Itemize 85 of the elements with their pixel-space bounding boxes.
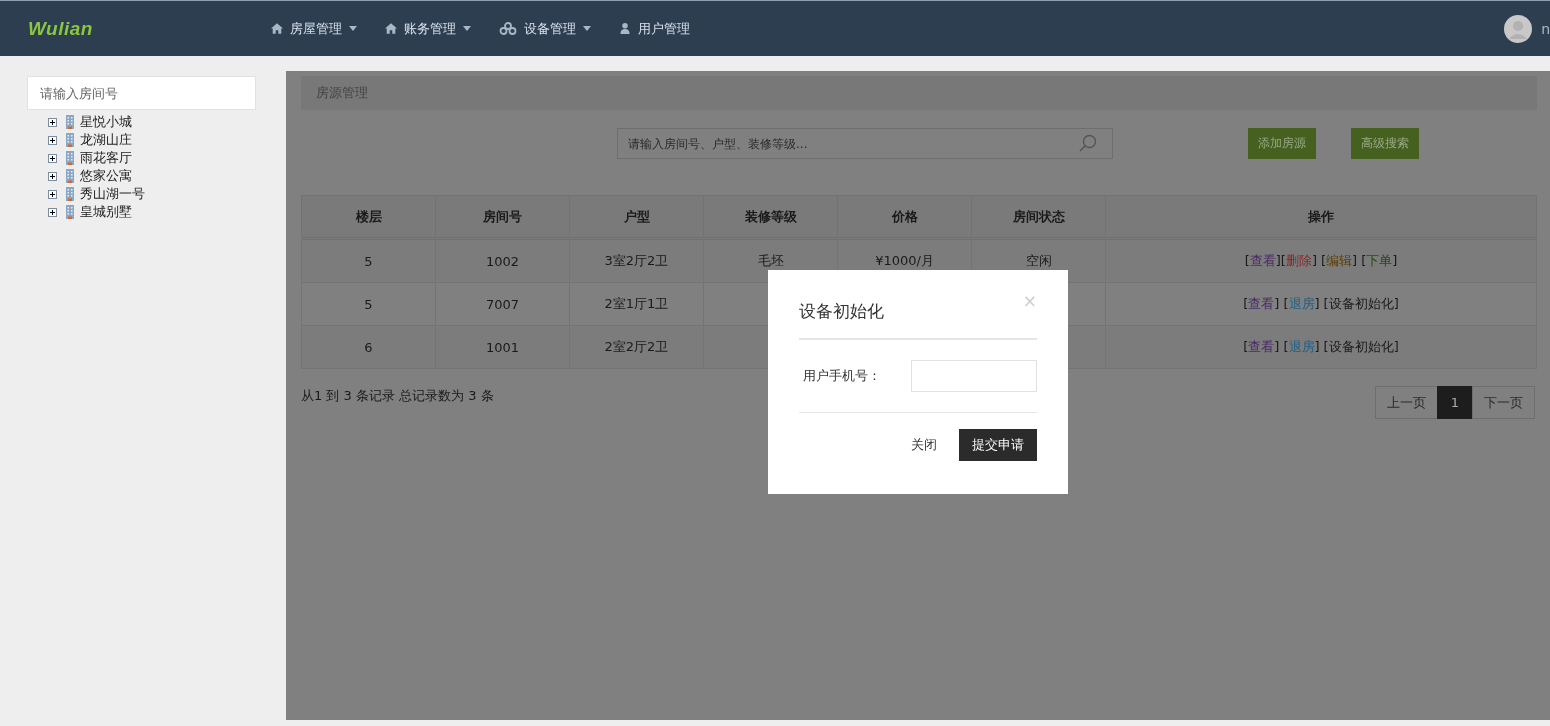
bracket: [	[1361, 253, 1367, 268]
building-icon	[65, 205, 75, 219]
tree-item[interactable]: 雨花客厅	[80, 149, 132, 167]
avatar-icon[interactable]	[1504, 14, 1533, 43]
row-action-link[interactable]: 设备初始化	[1328, 296, 1394, 311]
username[interactable]: n	[1541, 20, 1550, 37]
bracket: ]	[1352, 253, 1358, 268]
table-cell: 3室2厅2卫	[604, 253, 669, 268]
column-header: 价格	[837, 195, 972, 239]
advanced-search-button[interactable]: 高级搜索	[1351, 128, 1419, 159]
tree-item[interactable]: 星悦小城	[80, 113, 132, 131]
column-header: 房间号	[435, 195, 570, 239]
field-label: 用户手机号：	[803, 367, 881, 385]
bracket: [	[1321, 253, 1327, 268]
bracket: ]	[1314, 339, 1320, 354]
tree-item[interactable]: 龙湖山庄	[80, 131, 132, 149]
room-search-field[interactable]: 请输入房间号	[27, 76, 256, 110]
bracket: ]	[1314, 296, 1320, 311]
submit-button[interactable]: 提交申请	[959, 429, 1037, 461]
bracket: [	[1243, 339, 1249, 354]
record-summary: 从1 到 3 条记录 总记录数为 3 条	[301, 387, 494, 405]
expand-icon[interactable]	[48, 135, 57, 145]
bracket: ]	[1311, 253, 1317, 268]
bracket: [	[1283, 296, 1289, 311]
caret-icon	[582, 26, 591, 31]
expand-icon[interactable]	[48, 117, 57, 127]
column-header: 装修等级	[703, 195, 838, 239]
nav-menu-item[interactable]: 房屋管理	[270, 19, 357, 38]
table-cell: 5	[364, 296, 373, 312]
bracket: [	[1323, 296, 1329, 311]
bracket: [	[1244, 253, 1250, 268]
table-cell: 2室1厅1卫	[604, 296, 669, 311]
table-cell: ¥1000/月	[875, 253, 934, 268]
phone-input-field[interactable]	[911, 360, 1037, 392]
column-header: 房间状态	[971, 195, 1106, 239]
bracket: ]	[1393, 296, 1399, 311]
column-header: 操作	[1105, 195, 1537, 239]
building-icon	[65, 169, 75, 183]
building-icon	[65, 187, 75, 201]
table-cell: 毛坯	[757, 253, 784, 268]
tree-item[interactable]: 秀山湖一号	[80, 185, 145, 203]
search-field[interactable]: 请输入房间号、户型、装修等级...	[617, 128, 1113, 159]
bracket: ]	[1274, 339, 1280, 354]
logo[interactable]: Wulian	[28, 17, 93, 40]
table-cell: 2室2厅2卫	[604, 339, 669, 354]
table-cell: 6	[364, 339, 373, 355]
expand-icon[interactable]	[48, 207, 57, 217]
expand-icon[interactable]	[48, 171, 57, 181]
tree-item[interactable]: 皇城别墅	[80, 203, 132, 221]
bracket: [	[1283, 339, 1289, 354]
row-action-link[interactable]: 查看	[1248, 296, 1275, 311]
bracket: [	[1280, 253, 1286, 268]
table-cell: 7007	[485, 296, 520, 312]
modal-title: 设备初始化	[799, 299, 884, 323]
table-cell: 空闲	[1025, 253, 1052, 268]
building-icon	[65, 151, 75, 165]
column-header: 户型	[569, 195, 704, 239]
table-cell: 1001	[485, 339, 520, 355]
row-action-link[interactable]: 查看	[1248, 339, 1275, 354]
bracket: ]	[1392, 253, 1398, 268]
building-icon	[65, 133, 75, 147]
nav-menu-item[interactable]: 账务管理	[384, 19, 471, 38]
add-room-button[interactable]: 添加房源	[1248, 128, 1316, 159]
row-action-link[interactable]: 设备初始化	[1328, 339, 1394, 354]
nav-menu-item[interactable]: 设备管理	[498, 19, 591, 38]
nav-menu-item[interactable]: 用户管理	[618, 19, 690, 38]
bracket: ]	[1274, 296, 1280, 311]
bracket: ]	[1275, 253, 1281, 268]
bracket: [	[1323, 339, 1329, 354]
cubes-icon	[498, 22, 517, 35]
user-icon	[618, 23, 631, 34]
home-icon	[384, 23, 397, 34]
home-icon	[270, 23, 283, 34]
expand-icon[interactable]	[48, 189, 57, 199]
caret-icon	[462, 26, 471, 31]
column-header: 楼层	[301, 195, 436, 239]
tree-item[interactable]: 悠家公寓	[80, 167, 132, 185]
bracket: [	[1243, 296, 1249, 311]
expand-icon[interactable]	[48, 153, 57, 163]
caret-icon	[348, 26, 357, 31]
table-cell: 1002	[485, 253, 520, 269]
row-action-link[interactable]: 查看	[1249, 253, 1276, 268]
building-icon	[65, 115, 75, 129]
table-cell: 5	[364, 253, 373, 269]
bracket: ]	[1393, 339, 1399, 354]
